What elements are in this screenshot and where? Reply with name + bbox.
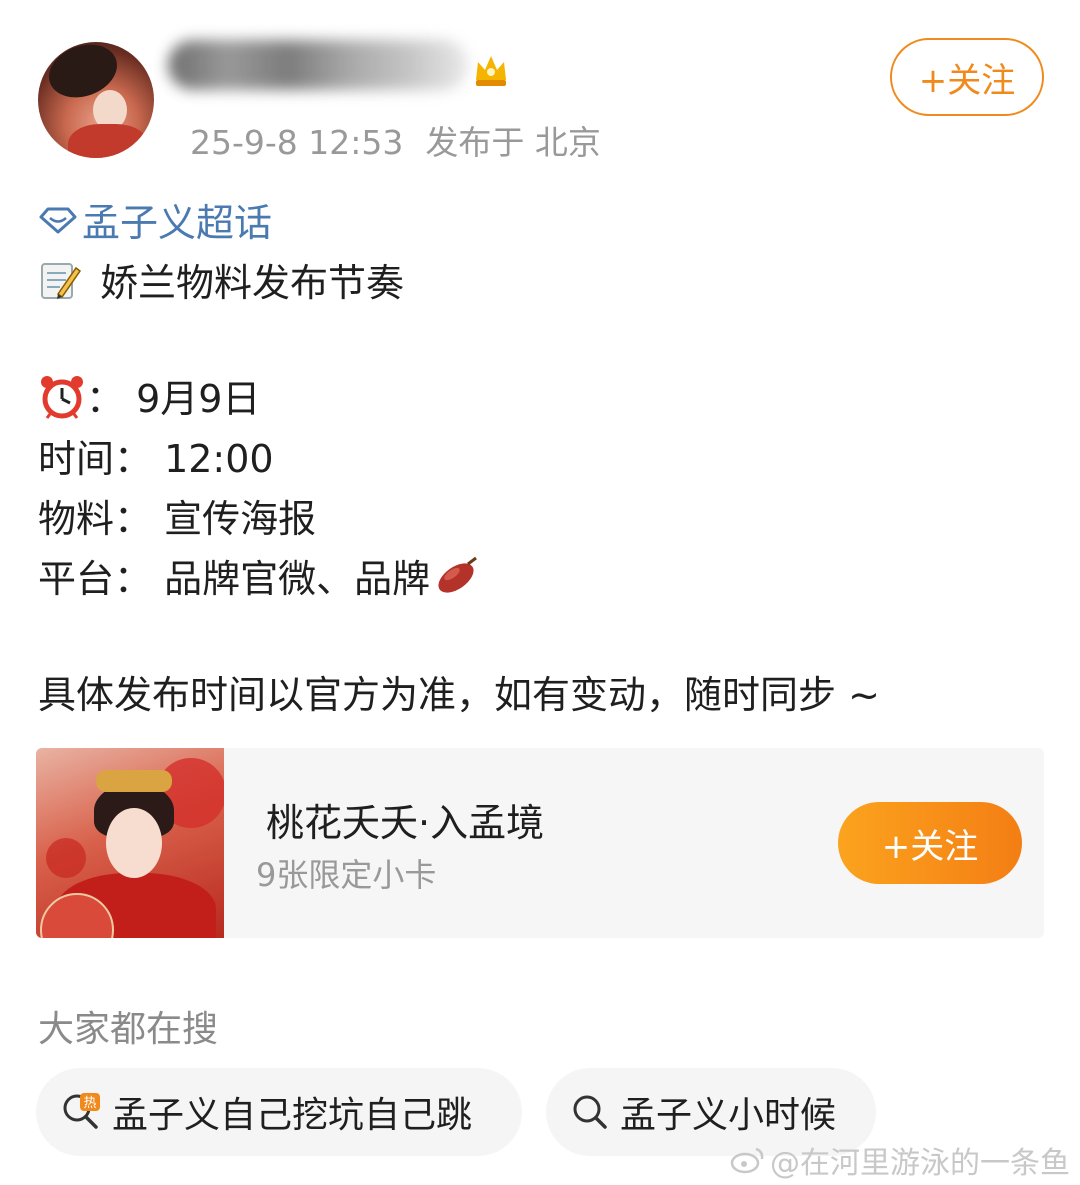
search-section-title: 大家都在搜 [38,1009,219,1050]
follow-button[interactable]: +关注 [890,38,1044,116]
post-material-text: 物料： 宣传海报 [38,497,317,541]
search-chip-hot[interactable]: 热 孟子义自己挖坑自己跳 [36,1068,522,1156]
product-card[interactable]: 桃花夭夭·入孟境 9张限定小卡 +关注 [36,748,1044,938]
post-time-text: 时间： 12:00 [38,437,274,481]
post-platform-text: 平台： 品牌官微、品牌 [38,557,431,601]
memo-icon [41,262,82,299]
search-icon [573,1095,607,1129]
card-thumbnail-image [36,748,224,938]
search-chip-label: 孟子义小时候 [620,1095,837,1136]
username-redacted[interactable] [168,40,468,90]
post-line-note: 具体发布时间以官方为准，如有变动，随时同步 ~ [38,664,880,719]
watermark-text: @在河里游泳的一条鱼 [770,1146,1070,1181]
crown-badge-icon [476,56,506,86]
post-date-text: ： 9月9日 [86,377,261,421]
diamond-icon [39,207,77,233]
super-topic-label: 孟子义超话 [82,201,273,245]
post-line-time: 时间： 12:00 [38,428,274,483]
post-meta: 25-9-8 12:53 发布于 北京 [190,116,601,164]
card-follow-button[interactable]: +关注 [838,802,1022,884]
post-timestamp: 25-9-8 12:53 [190,123,404,162]
card-subtitle: 9张限定小卡 [256,856,437,894]
post-title-text: 娇兰物料发布节奏 [100,261,405,305]
avatar[interactable] [38,42,154,158]
weibo-logo-icon [730,1147,764,1174]
post-location: 发布于 北京 [425,123,601,162]
alarm-clock-icon [41,375,83,419]
super-topic-link[interactable]: 孟子义超话 [38,192,272,247]
post-line-platform: 平台： 品牌官微、品牌 [38,548,480,603]
svg-text:热: 热 [83,1096,96,1111]
post-line-material: 物料： 宣传海报 [38,488,316,543]
post-line-date: ： 9月9日 [38,368,260,423]
sweet-potato-icon [438,556,477,593]
card-title: 桃花夭夭·入孟境 [266,801,545,845]
weibo-watermark: @在河里游泳的一条鱼 [730,1138,1070,1182]
post-note-text: 具体发布时间以官方为准，如有变动，随时同步 ~ [38,673,880,717]
search-chip-label: 孟子义自己挖坑自己跳 [112,1095,473,1136]
hot-search-icon: 热 [63,1093,100,1129]
post-line-title: 娇兰物料发布节奏 [38,252,404,307]
